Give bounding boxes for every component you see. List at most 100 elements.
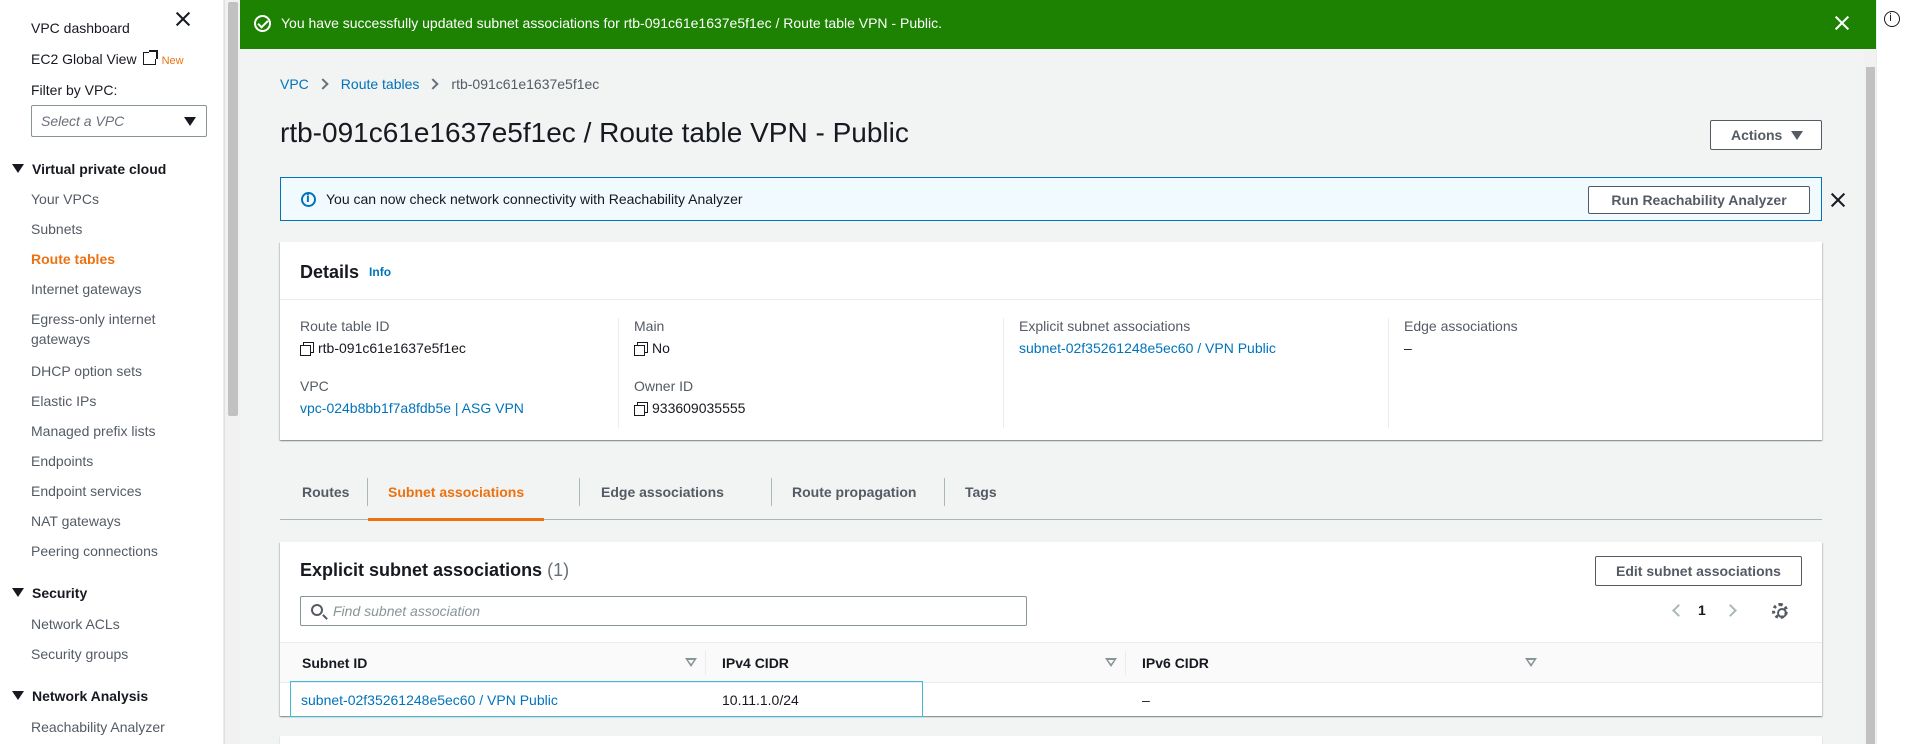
edit-subnet-associations-button[interactable]: Edit subnet associations <box>1595 556 1802 586</box>
explicit-subnet-link[interactable]: subnet-02f35261248e5ec60 / VPN Public <box>1019 340 1276 356</box>
details-column-4: Edge associations – <box>1388 318 1748 428</box>
route-table-id-label: Route table ID <box>300 318 390 334</box>
actions-button[interactable]: Actions <box>1710 120 1822 150</box>
info-banner-text: You can now check network connectivity w… <box>326 191 743 207</box>
tabs: Routes Subnet associations Edge associat… <box>280 474 1822 521</box>
search-input[interactable] <box>333 601 1013 621</box>
copy-icon[interactable] <box>634 342 648 356</box>
tab-divider <box>944 478 945 506</box>
info-panel-icon[interactable] <box>1884 11 1900 27</box>
sidebar-scrollbar[interactable] <box>224 0 240 744</box>
sidebar-item-reachability-analyzer[interactable]: Reachability Analyzer <box>31 717 181 737</box>
sidebar-item-ec2-global-view[interactable]: EC2 Global View New <box>31 50 184 67</box>
sidebar-item-your-vpcs[interactable]: Your VPCs <box>31 189 181 209</box>
section-title: Virtual private cloud <box>32 161 167 177</box>
divider <box>280 299 1822 300</box>
edge-associations-value: – <box>1404 340 1412 356</box>
flash-message: You have successfully updated subnet ass… <box>281 15 943 31</box>
section-title: Security <box>32 585 88 601</box>
sidebar-item-managed-prefix-lists[interactable]: Managed prefix lists <box>31 421 181 441</box>
info-icon <box>301 192 316 207</box>
sort-icon[interactable] <box>1525 658 1537 667</box>
tab-routes[interactable]: Routes <box>302 474 349 520</box>
section-title: Network Analysis <box>32 688 149 704</box>
chevron-right-icon[interactable] <box>1724 604 1737 617</box>
sidebar-item-nat-gateways[interactable]: NAT gateways <box>31 511 181 531</box>
tab-route-propagation[interactable]: Route propagation <box>792 474 916 520</box>
details-column-3: Explicit subnet associations subnet-02f3… <box>1003 318 1363 428</box>
chevron-left-icon[interactable] <box>1672 604 1685 617</box>
sidebar-item-vpc-dashboard[interactable]: VPC dashboard <box>31 20 130 36</box>
caret-down-icon <box>12 691 24 700</box>
sidebar-item-elastic-ips[interactable]: Elastic IPs <box>31 391 181 411</box>
assoc-count: (1) <box>547 560 570 580</box>
route-table-id-text: rtb-091c61e1637e5f1ec <box>318 340 466 356</box>
breadcrumb-current: rtb-091c61e1637e5f1ec <box>451 76 600 92</box>
content-scrollbar[interactable] <box>1864 49 1876 744</box>
sidebar-item-endpoint-services[interactable]: Endpoint services <box>31 481 181 501</box>
page-title: rtb-091c61e1637e5f1ec / Route table VPN … <box>280 117 909 148</box>
external-link-icon <box>142 50 158 65</box>
right-tools-strip <box>1876 0 1914 744</box>
gear-icon[interactable] <box>1772 603 1788 619</box>
column-header-subnet-id[interactable]: Subnet ID <box>302 655 367 671</box>
copy-icon[interactable] <box>300 342 314 356</box>
tab-tags[interactable]: Tags <box>965 474 997 520</box>
assoc-title: Explicit subnet associations <box>300 560 543 580</box>
breadcrumb-route-tables[interactable]: Route tables <box>341 76 420 92</box>
sidebar-item-egress-only-internet-gateways[interactable]: Egress-only internet gateways <box>31 309 181 349</box>
tab-divider <box>771 478 772 506</box>
section-virtual-private-cloud[interactable]: Virtual private cloud <box>12 161 166 177</box>
close-icon[interactable] <box>1832 13 1852 33</box>
chevron-right-icon <box>317 78 329 90</box>
table-header: Subnet ID IPv4 CIDR IPv6 CIDR <box>280 642 1822 683</box>
info-banner: You can now check network connectivity w… <box>280 177 1822 221</box>
scrollbar-thumb[interactable] <box>1866 67 1875 744</box>
sort-icon[interactable] <box>1105 658 1117 667</box>
details-title: Details <box>300 262 360 282</box>
explicit-subnet-associations-label: Explicit subnet associations <box>1019 318 1191 334</box>
vpc-filter-select[interactable]: Select a VPC <box>31 105 207 137</box>
sidebar-item-endpoints[interactable]: Endpoints <box>31 451 181 471</box>
column-header-ipv6-cidr[interactable]: IPv6 CIDR <box>1142 655 1209 671</box>
sort-icon[interactable] <box>685 658 697 667</box>
sidebar-item-subnets[interactable]: Subnets <box>31 219 181 239</box>
sidebar-item-network-acls[interactable]: Network ACLs <box>31 614 181 634</box>
info-link[interactable]: Info <box>369 265 391 279</box>
run-reachability-analyzer-button[interactable]: Run Reachability Analyzer <box>1588 186 1810 214</box>
sidebar-item-dhcp-option-sets[interactable]: DHCP option sets <box>31 361 181 381</box>
copy-icon[interactable] <box>634 402 648 416</box>
sidebar-item-internet-gateways[interactable]: Internet gateways <box>31 279 181 299</box>
owner-id-text: 933609035555 <box>652 400 746 416</box>
vpc-link[interactable]: vpc-024b8bb1f7a8fdb5e | ASG VPN <box>300 400 524 416</box>
success-check-icon <box>254 15 271 32</box>
tab-edge-associations[interactable]: Edge associations <box>601 474 724 520</box>
new-badge: New <box>161 55 184 67</box>
next-panel <box>280 736 1822 744</box>
search-field[interactable] <box>300 596 1027 626</box>
vpc-filter-placeholder: Select a VPC <box>41 113 125 129</box>
filter-by-vpc-label: Filter by VPC: <box>31 82 118 98</box>
column-divider <box>705 651 706 675</box>
scrollbar-thumb[interactable] <box>228 2 238 416</box>
sidebar-item-route-tables[interactable]: Route tables <box>31 249 181 269</box>
sidebar-item-security-groups[interactable]: Security groups <box>31 644 181 664</box>
main-text: No <box>652 340 670 356</box>
caret-down-icon <box>12 588 24 597</box>
section-network-analysis[interactable]: Network Analysis <box>12 688 148 704</box>
sidebar-item-peering-connections[interactable]: Peering connections <box>31 541 181 561</box>
details-column-1: Route table ID rtb-091c61e1637e5f1ec VPC… <box>300 318 660 428</box>
breadcrumb-vpc[interactable]: VPC <box>280 76 309 92</box>
page-number[interactable]: 1 <box>1698 602 1706 618</box>
pagination: 1 <box>1672 600 1814 622</box>
section-security[interactable]: Security <box>12 585 87 601</box>
route-table-id-value: rtb-091c61e1637e5f1ec <box>300 340 466 356</box>
main-label: Main <box>634 318 665 334</box>
column-header-ipv4-cidr[interactable]: IPv4 CIDR <box>722 655 789 671</box>
close-icon[interactable] <box>1829 191 1847 209</box>
owner-id-value: 933609035555 <box>634 400 745 416</box>
ipv6-cidr-cell: – <box>1142 692 1150 708</box>
details-column-2: Main No Owner ID 933609035555 <box>618 318 978 428</box>
edge-associations-label: Edge associations <box>1404 318 1518 334</box>
tab-subnet-associations[interactable]: Subnet associations <box>368 474 545 521</box>
